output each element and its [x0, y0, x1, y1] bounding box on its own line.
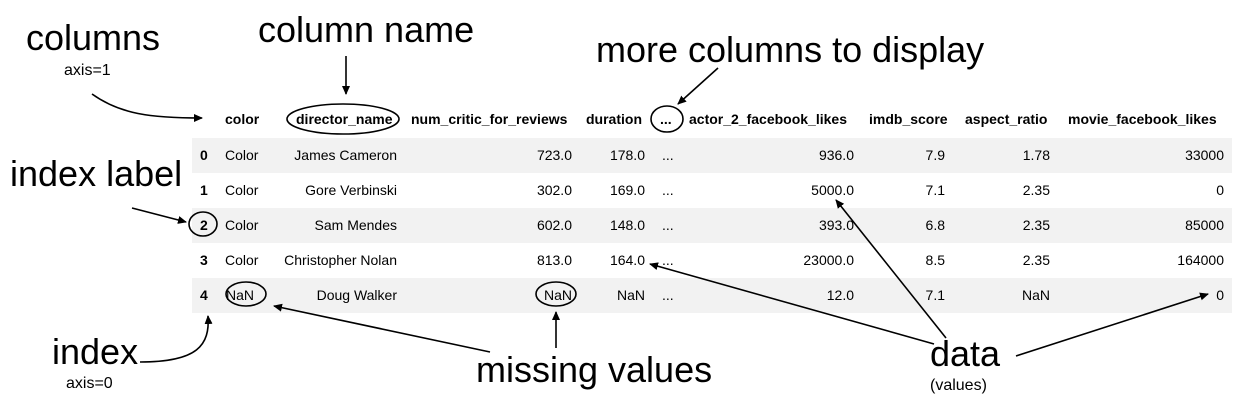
data-arrow-2	[649, 262, 935, 345]
columns-arrow	[91, 93, 203, 122]
missing-values-arrow-left	[273, 303, 491, 353]
data-arrow-1	[835, 199, 947, 339]
index-arrow	[139, 315, 213, 363]
more-columns-arrow	[677, 67, 719, 105]
director-name-ellipse	[286, 103, 400, 135]
nan-color-ellipse	[225, 281, 267, 307]
column-ellipsis-ellipse	[650, 105, 684, 133]
annotation-overlay	[91, 56, 1209, 363]
data-arrow-3	[1015, 292, 1209, 357]
index-2-ellipse	[188, 211, 218, 237]
index-label-arrow	[131, 207, 187, 224]
nan-critic-ellipse	[535, 281, 577, 307]
